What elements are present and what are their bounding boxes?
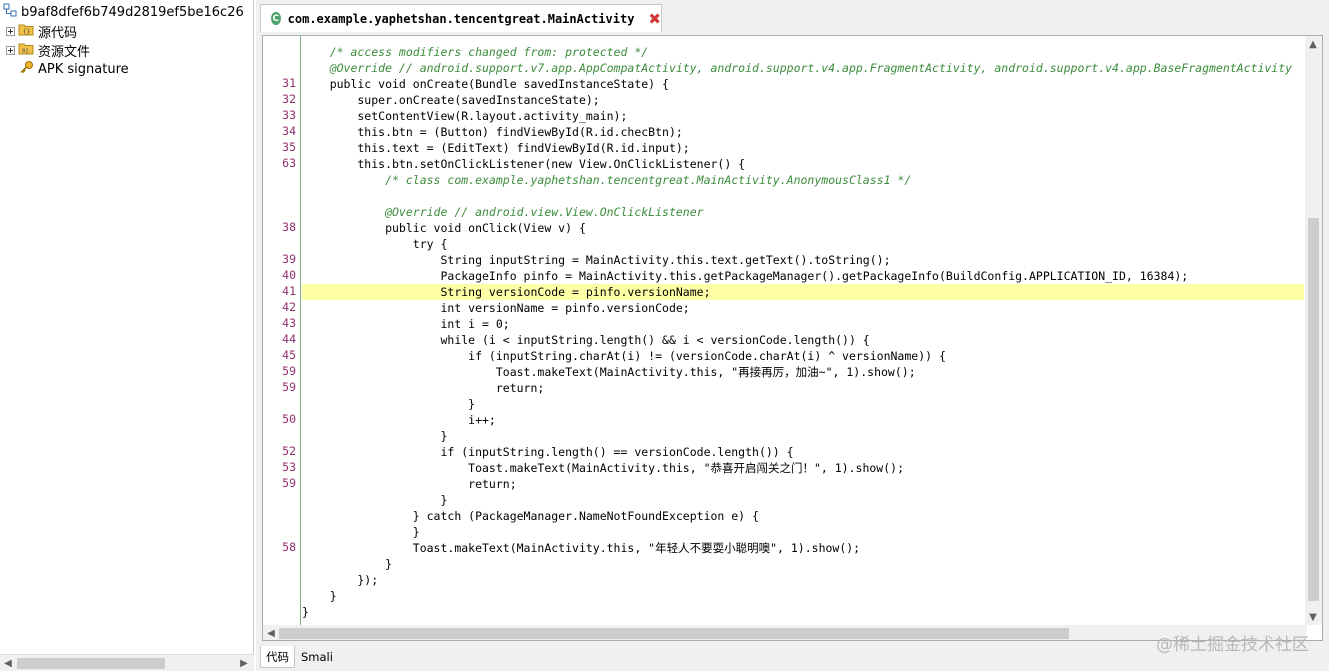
tree-item-label: 源代码: [38, 25, 78, 41]
code-line: while (i < inputString.length() && i < v…: [302, 333, 870, 347]
code-line: }: [302, 605, 309, 619]
code-line: /* class com.example.yaphetshan.tencentg…: [302, 173, 912, 187]
code-line: public void onClick(View v) {: [302, 221, 586, 235]
tree-horizontal-scrollbar[interactable]: ◀ ▶: [0, 654, 254, 671]
line-number: 59: [282, 476, 296, 490]
tab-code[interactable]: 代码: [260, 646, 295, 668]
code-line: }: [302, 493, 448, 507]
line-number-gutter: 31 32 33 34 35 63 38 39 40 41 42 43 44 4…: [263, 36, 301, 626]
code-line: PackageInfo pinfo = MainActivity.this.ge…: [302, 269, 1189, 283]
line-number: 59: [282, 364, 296, 378]
line-number: 35: [282, 140, 296, 154]
tree-item-label: 资源文件: [38, 44, 91, 60]
line-number: 32: [282, 92, 296, 106]
scroll-up-icon[interactable]: ▲: [1305, 36, 1321, 52]
code-line: this.btn.setOnClickListener(new View.OnC…: [302, 157, 746, 171]
line-number: 63: [282, 156, 296, 170]
code-line: if (inputString.charAt(i) != (versionCod…: [302, 349, 946, 363]
line-number: 40: [282, 268, 296, 282]
line-number: 39: [282, 252, 296, 266]
line-number: 42: [282, 300, 296, 314]
scrollbar-thumb[interactable]: [17, 658, 165, 669]
line-number: 45: [282, 348, 296, 362]
code-line: }: [302, 525, 420, 539]
tab-smali[interactable]: Smali: [296, 646, 338, 668]
line-number: 31: [282, 76, 296, 90]
code-line: /* access modifiers changed from: protec…: [302, 45, 649, 59]
code-line: if (inputString.length() == versionCode.…: [302, 445, 794, 459]
code-line: i++;: [302, 413, 496, 427]
code-line: this.btn = (Button) findViewById(R.id.ch…: [302, 125, 683, 139]
line-number: 58: [282, 540, 296, 554]
line-number: 53: [282, 460, 296, 474]
tree-item-apk-signature[interactable]: APK signature: [18, 59, 129, 79]
apk-root-icon: [3, 3, 17, 21]
code-text-area[interactable]: /* access modifiers changed from: protec…: [302, 36, 1304, 626]
code-line: String inputString = MainActivity.this.t…: [302, 253, 891, 267]
code-line: Toast.makeText(MainActivity.this, "再接再厉，…: [302, 365, 916, 379]
code-line: @Override // android.view.View.OnClickLi…: [302, 205, 704, 219]
editor-vertical-scrollbar[interactable]: ▲ ▼: [1305, 36, 1322, 625]
code-line: this.text = (EditText) findViewById(R.id…: [302, 141, 690, 155]
scroll-left-icon[interactable]: ◀: [263, 625, 279, 640]
scrollbar-thumb[interactable]: [279, 628, 1069, 639]
code-line: super.onCreate(savedInstanceState);: [302, 93, 600, 107]
close-icon[interactable]: ✖: [648, 10, 661, 28]
line-number: 41: [282, 284, 296, 298]
source-folder-icon: {}: [18, 22, 34, 40]
svg-text:01: 01: [22, 49, 29, 55]
code-line: }: [302, 397, 476, 411]
scroll-down-icon[interactable]: ▼: [1305, 609, 1321, 625]
code-line: @Override // android.support.v7.app.AppC…: [302, 61, 1293, 75]
code-line: setContentView(R.layout.activity_main);: [302, 109, 628, 123]
watermark: @稀土掘金技术社区: [1156, 635, 1309, 655]
tree-item-resources[interactable]: 01 资源文件: [6, 40, 90, 60]
code-line: int i = 0;: [302, 317, 510, 331]
line-number: 43: [282, 316, 296, 330]
tree-item-label: APK signature: [38, 61, 129, 77]
code-line: return;: [302, 477, 517, 491]
code-line-current: String versionCode = pinfo.versionName;: [302, 284, 1304, 300]
scroll-left-icon[interactable]: ◀: [0, 655, 16, 671]
code-line: try {: [302, 237, 448, 251]
code-line: Toast.makeText(MainActivity.this, "恭喜开启闯…: [302, 461, 904, 475]
code-line: Toast.makeText(MainActivity.this, "年轻人不要…: [302, 541, 861, 555]
code-line: });: [302, 573, 379, 587]
line-number: 34: [282, 124, 296, 138]
code-line: }: [302, 557, 393, 571]
svg-text:{}: {}: [23, 29, 30, 36]
code-line: int versionName = pinfo.versionCode;: [302, 301, 690, 315]
tab-main-activity[interactable]: C com.example.yaphetshan.tencentgreat.Ma…: [260, 4, 662, 32]
key-icon: [18, 60, 34, 78]
expand-icon[interactable]: [6, 45, 15, 55]
code-line: return;: [302, 381, 545, 395]
code-line: public void onCreate(Bundle savedInstanc…: [302, 77, 669, 91]
tree-root[interactable]: b9af8dfef6b749d2819ef5be16c26: [3, 2, 244, 22]
editor-area: C com.example.yaphetshan.tencentgreat.Ma…: [256, 0, 1329, 671]
resource-folder-icon: 01: [18, 41, 34, 59]
class-icon: C: [271, 12, 281, 25]
tab-title: com.example.yaphetshan.tencentgreat.Main…: [287, 11, 635, 26]
code-line: }: [302, 429, 448, 443]
line-number: 33: [282, 108, 296, 122]
code-line: } catch (PackageManager.NameNotFoundExce…: [302, 509, 759, 523]
scrollbar-thumb[interactable]: [1308, 218, 1319, 601]
line-number: 59: [282, 380, 296, 394]
code-editor[interactable]: 31 32 33 34 35 63 38 39 40 41 42 43 44 4…: [262, 35, 1323, 641]
line-number: 44: [282, 332, 296, 346]
tree-item-source[interactable]: {} 源代码: [6, 21, 77, 41]
project-tree-panel: b9af8dfef6b749d2819ef5be16c26 {} 源代码 01 …: [0, 0, 254, 671]
expand-icon[interactable]: [6, 26, 15, 36]
scroll-right-icon[interactable]: ▶: [236, 655, 252, 671]
editor-horizontal-scrollbar[interactable]: ◀: [263, 625, 1307, 640]
code-line: }: [302, 589, 337, 603]
line-number: 38: [282, 220, 296, 234]
editor-tab-bar: C com.example.yaphetshan.tencentgreat.Ma…: [256, 0, 1329, 32]
line-number: 52: [282, 444, 296, 458]
tree-root-label: b9af8dfef6b749d2819ef5be16c26: [21, 4, 244, 20]
line-number: 50: [282, 412, 296, 426]
